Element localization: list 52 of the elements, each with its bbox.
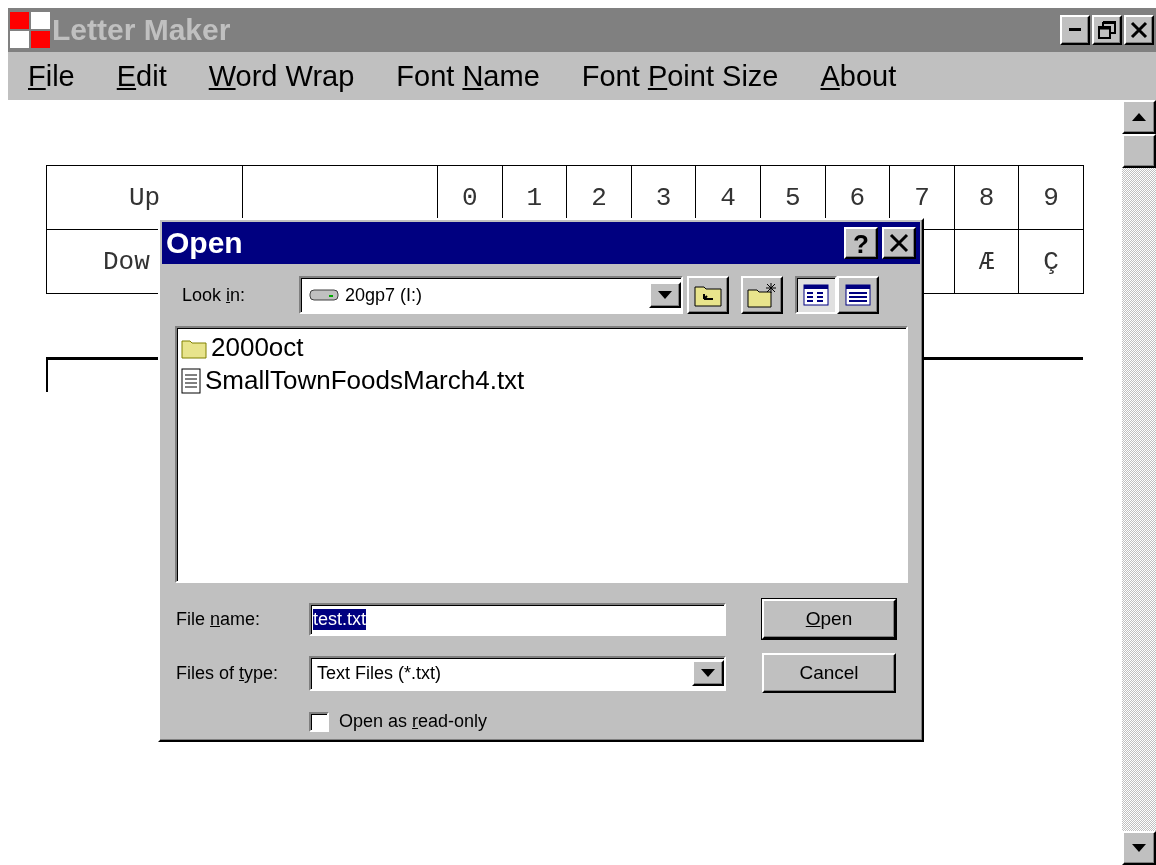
list-view-icon: [803, 284, 829, 306]
grid-cell[interactable]: Ç: [1019, 230, 1084, 294]
file-type-dropdown[interactable]: Text Files (*.txt): [309, 655, 726, 691]
grid-cell[interactable]: Æ: [954, 230, 1020, 294]
menu-item[interactable]: Font Name: [396, 59, 540, 93]
read-only-label: Open as read-only: [339, 711, 488, 732]
file-name-label: File name:: [176, 608, 262, 630]
restore-icon: [1098, 21, 1116, 39]
dropdown-button[interactable]: [649, 282, 681, 308]
menu-item[interactable]: About: [820, 59, 897, 93]
close-button[interactable]: [1124, 15, 1154, 45]
close-icon: [889, 233, 909, 253]
menu-item[interactable]: Word Wrap: [208, 59, 355, 93]
file-name-field[interactable]: test.txt: [309, 602, 726, 636]
up-arrow-icon: [1132, 113, 1146, 121]
close-icon: [1130, 21, 1148, 39]
list-entry[interactable]: SmallTownFoodsMarch4.txt: [205, 365, 525, 396]
drive-icon: [309, 288, 339, 302]
new-folder-icon: [747, 282, 777, 308]
window-title: Letter Maker: [52, 13, 232, 47]
new-folder-button[interactable]: [741, 276, 783, 314]
menu-item[interactable]: File: [28, 59, 75, 93]
dialog-close-button[interactable]: [882, 227, 916, 259]
file-type-value: Text Files (*.txt): [316, 662, 442, 684]
look-in-dropdown[interactable]: 20gp7 (I:): [299, 276, 683, 314]
minimize-icon: [1069, 28, 1081, 32]
file-type-label: Files of type:: [176, 662, 280, 684]
scroll-thumb[interactable]: [1122, 134, 1156, 168]
file-name-value: test.txt: [313, 608, 366, 630]
read-only-checkbox[interactable]: [309, 711, 329, 732]
menu-item[interactable]: Edit: [116, 59, 167, 93]
open-button[interactable]: Open: [762, 599, 896, 639]
up-folder-button[interactable]: [687, 276, 729, 314]
scroll-down-button[interactable]: [1122, 831, 1156, 865]
cancel-button[interactable]: Cancel: [762, 653, 896, 693]
down-arrow-icon: [658, 291, 672, 299]
down-arrow-icon: [701, 669, 715, 677]
up-folder-icon: [694, 283, 722, 307]
grid-cell[interactable]: 9: [1019, 166, 1084, 230]
scroll-up-button[interactable]: [1122, 100, 1156, 134]
minimize-button[interactable]: [1060, 15, 1090, 45]
menu-item[interactable]: Font Point Size: [581, 59, 779, 93]
help-button[interactable]: ?: [844, 227, 878, 259]
text-file-icon: [181, 367, 201, 394]
view-button[interactable]: [795, 276, 837, 314]
down-arrow-icon: [1132, 844, 1146, 852]
dropdown-button[interactable]: [692, 660, 724, 686]
list-entry[interactable]: 2000oct: [211, 332, 304, 363]
details-view-icon: [845, 284, 871, 306]
grid-cell[interactable]: 8: [954, 166, 1020, 230]
restore-button[interactable]: [1092, 15, 1122, 45]
look-in-value: 20gp7 (I:): [344, 284, 424, 306]
